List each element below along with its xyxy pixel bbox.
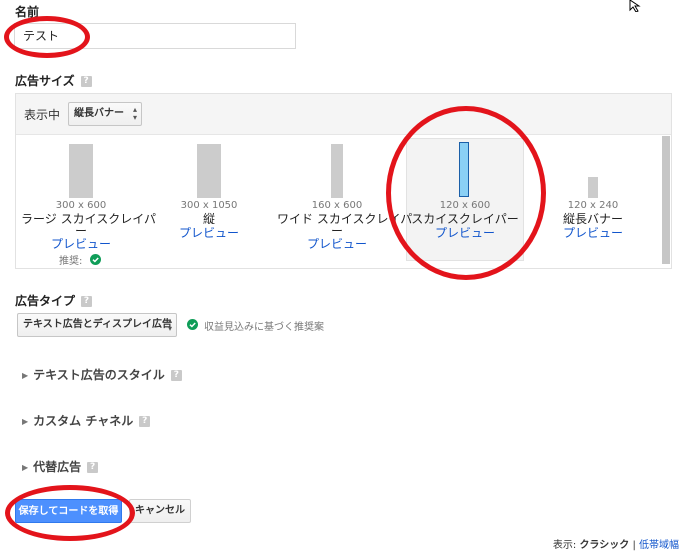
section-custom-channel[interactable]: ▶ カスタム チャネル? bbox=[22, 412, 151, 429]
expand-triangle-icon: ▶ bbox=[22, 463, 29, 472]
display-select[interactable]: 縦長バナー ▴ ▾ bbox=[68, 102, 142, 126]
ad-size-thumb-120x240[interactable] bbox=[588, 177, 598, 198]
view-mode-current: クラシック bbox=[579, 540, 630, 551]
help-icon[interactable]: ? bbox=[139, 416, 151, 427]
low-bandwidth-link[interactable]: 低帯域幅 bbox=[639, 540, 679, 551]
display-select-value: 縦長バナー bbox=[74, 108, 124, 119]
ad-type-note: 収益見込みに基づく推奨案 bbox=[204, 322, 324, 333]
recommended-text: 推奨: bbox=[59, 256, 83, 267]
ad-type-label: 広告タイプ? bbox=[15, 292, 93, 309]
ad-size-label-text: 広告サイズ bbox=[15, 74, 75, 88]
select-arrows-icon: ▴ ▾ bbox=[167, 316, 172, 333]
ad-size-label: 広告サイズ? bbox=[15, 72, 92, 89]
cancel-button[interactable]: キャンセル bbox=[129, 499, 191, 523]
section-backup-ads[interactable]: ▶ 代替広告? bbox=[22, 458, 99, 475]
view-mode-separator: | bbox=[632, 540, 636, 551]
view-mode-prefix: 表示: bbox=[552, 540, 577, 551]
view-mode-footer: 表示: クラシック | 低帯域幅 bbox=[553, 536, 679, 551]
section-label: カスタム チャネル bbox=[33, 414, 134, 428]
preview-link[interactable]: プレビュー bbox=[277, 235, 397, 252]
preview-link[interactable]: プレビュー bbox=[149, 224, 269, 241]
preview-link[interactable]: プレビュー bbox=[21, 235, 141, 252]
help-icon[interactable]: ? bbox=[170, 370, 182, 381]
section-label: テキスト広告のスタイル bbox=[33, 368, 165, 382]
section-text-ad-style[interactable]: ▶ テキスト広告のスタイル? bbox=[22, 366, 182, 383]
mouse-cursor-icon bbox=[629, 0, 641, 12]
annotation-ellipse bbox=[5, 485, 135, 541]
display-label: 表示中 bbox=[24, 108, 61, 122]
ad-type-select[interactable]: テキスト広告とディスプレイ広告 ▴ ▾ bbox=[17, 313, 177, 337]
ad-size-thumb-300x1050[interactable] bbox=[197, 144, 221, 198]
help-icon[interactable]: ? bbox=[80, 76, 92, 87]
preview-link[interactable]: プレビュー bbox=[533, 224, 653, 241]
ad-size-thumb-160x600[interactable] bbox=[331, 144, 343, 198]
section-label: 代替広告 bbox=[33, 460, 82, 474]
help-icon[interactable]: ? bbox=[81, 296, 93, 307]
check-icon bbox=[89, 254, 101, 265]
ad-size-panel-header: 表示中 縦長バナー ▴ ▾ bbox=[16, 94, 671, 135]
recommended-label: 推奨: bbox=[59, 252, 101, 267]
annotation-ellipse bbox=[386, 106, 546, 280]
ad-type-select-value: テキスト広告とディスプレイ広告 bbox=[23, 319, 172, 330]
help-icon[interactable]: ? bbox=[87, 462, 99, 473]
select-arrows-icon: ▴ ▾ bbox=[132, 105, 137, 122]
check-icon bbox=[187, 319, 198, 330]
panel-scrollbar[interactable] bbox=[662, 136, 670, 264]
ad-type-label-text: 広告タイプ bbox=[15, 294, 76, 308]
annotation-ellipse bbox=[4, 16, 90, 58]
expand-triangle-icon: ▶ bbox=[22, 417, 29, 426]
ad-size-thumb-300x600[interactable] bbox=[69, 144, 93, 198]
expand-triangle-icon: ▶ bbox=[22, 371, 29, 380]
